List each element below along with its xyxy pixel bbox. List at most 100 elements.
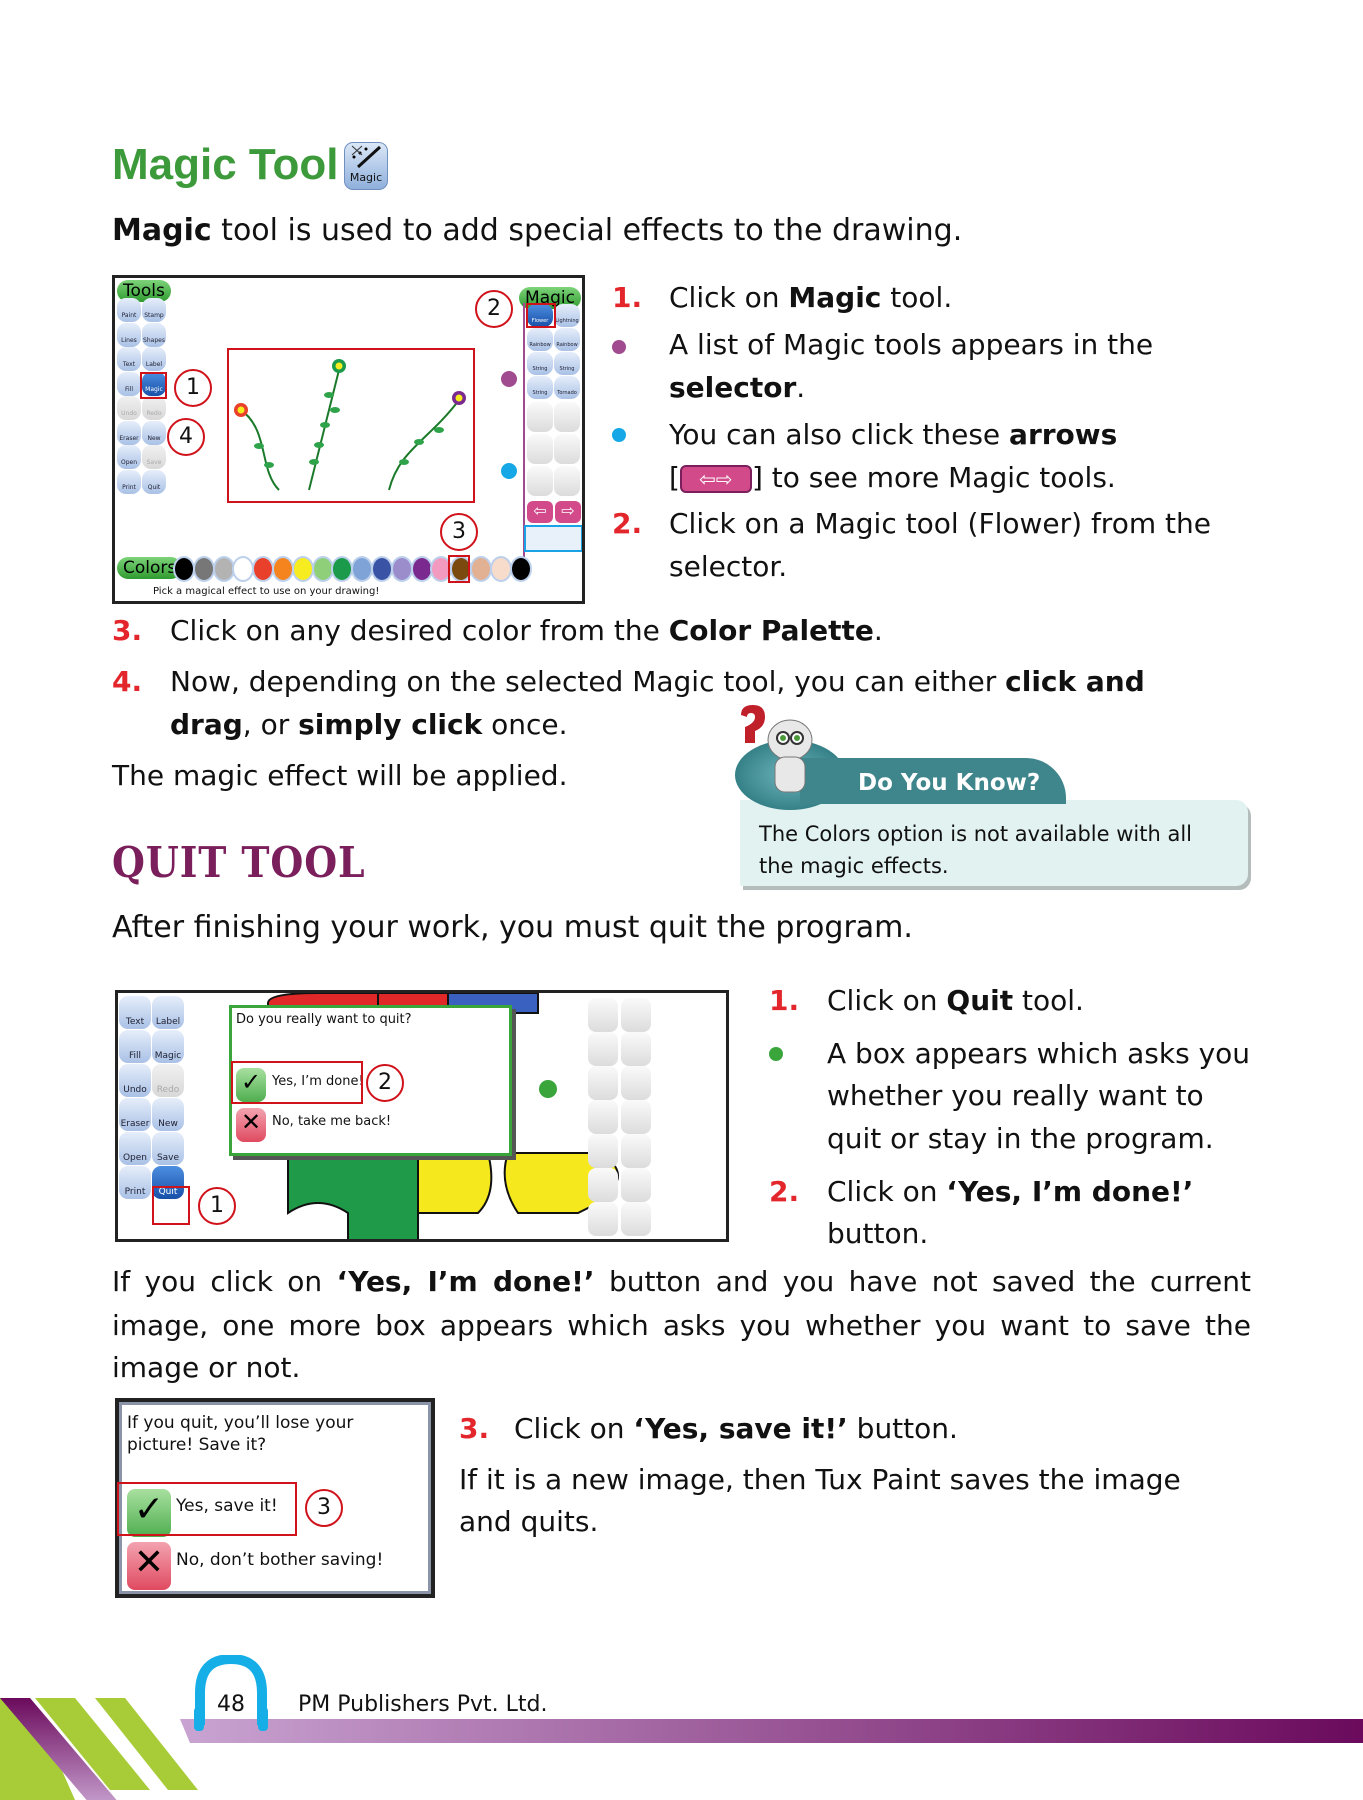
quit-highlight: [152, 1186, 190, 1225]
color-swatch[interactable]: [353, 558, 372, 580]
color-swatch[interactable]: [214, 558, 233, 580]
tool-button-fill[interactable]: Fill: [119, 1030, 151, 1063]
tool-button-redo[interactable]: Redo: [142, 396, 166, 420]
color-swatch[interactable]: [392, 558, 411, 580]
quit-step-1: Click on Quit tool.: [827, 984, 1084, 1017]
quit-bullet-line: quit or stay in the program.: [827, 1122, 1214, 1155]
color-swatch[interactable]: [274, 558, 292, 580]
color-swatch[interactable]: [412, 558, 431, 580]
tool-button-label[interactable]: Label: [152, 996, 184, 1029]
pointer-dot: [501, 463, 517, 479]
tool-button-undo[interactable]: Undo: [119, 1064, 151, 1097]
publisher-name: PM Publishers Pvt. Ltd.: [298, 1692, 548, 1717]
tool-button-new[interactable]: New: [152, 1098, 184, 1131]
tool-button-print[interactable]: Print: [117, 469, 141, 494]
tool-button-eraser[interactable]: Eraser: [119, 1098, 151, 1131]
empty-slot: [588, 1168, 618, 1202]
magic-tool-icon: Magic: [344, 142, 388, 190]
empty-slot: [621, 1202, 651, 1236]
no-take-back-button[interactable]: ✕: [236, 1108, 266, 1142]
color-swatch[interactable]: [313, 558, 332, 580]
empty-slot: [621, 1100, 651, 1134]
tool-button-text[interactable]: Text: [119, 996, 151, 1029]
tool-button-stamp[interactable]: Stamp: [142, 298, 166, 322]
magic-prev-arrow[interactable]: ⇦: [527, 501, 553, 523]
step-number: 1.: [612, 281, 643, 314]
tuxpaint-quit-screenshot: Text Label Fill Magic Undo Redo Eraser New Open S…: [115, 990, 729, 1242]
tool-button-save[interactable]: Save: [142, 445, 166, 469]
step-number: 3.: [112, 614, 143, 647]
quit-step-2-line2: button.: [827, 1217, 929, 1250]
callout-3: 3: [440, 513, 478, 551]
magic-bullet-1-line2: selector.: [669, 371, 806, 404]
color-swatch[interactable]: [472, 558, 490, 580]
tool-button-lines[interactable]: Lines: [117, 322, 141, 347]
magic-step-1: Click on Magic tool.: [669, 281, 953, 314]
tool-button-quit[interactable]: Quit: [142, 469, 166, 494]
color-swatch[interactable]: [333, 558, 352, 580]
empty-slot: [588, 1202, 618, 1236]
page-number: 48: [217, 1692, 245, 1717]
callout-2: 2: [475, 290, 513, 328]
color-swatch[interactable]: [511, 558, 530, 580]
color-swatch[interactable]: [254, 558, 273, 580]
empty-slot: [588, 1100, 618, 1134]
final-line1: If it is a new image, then Tux Paint sav…: [459, 1463, 1181, 1496]
quit-step-3: Click on ‘Yes, save it!’ button.: [514, 1412, 958, 1445]
quit-paragraph-line1: If you click on ‘Yes, I’m done!’ button …: [112, 1265, 1252, 1298]
save-question: If you quit, you’ll lose your picture! Sa…: [127, 1413, 354, 1455]
quit-paragraph-line2: image, one more box appears which asks y…: [112, 1309, 1251, 1342]
step-number: 2.: [769, 1175, 800, 1208]
color-swatch[interactable]: [194, 558, 213, 580]
tool-button-new[interactable]: New: [142, 420, 166, 445]
magic-bullet-2-line2: [⇦⇨] to see more Magic tools.: [669, 461, 1116, 494]
tool-button-open[interactable]: Open: [117, 445, 141, 469]
flower-drawing: [234, 359, 466, 491]
bullet-icon: [612, 340, 626, 354]
step-number: 4.: [112, 665, 143, 698]
step-number: 3.: [459, 1412, 490, 1445]
tool-button-shapes[interactable]: Shapes: [142, 322, 166, 347]
tool-button-undo[interactable]: Undo: [117, 396, 141, 420]
magic-tool-highlight: [140, 372, 167, 399]
do-you-know-line2: the magic effects.: [759, 854, 949, 878]
tool-button-save[interactable]: Save: [152, 1132, 184, 1165]
callout-1: 1: [174, 369, 212, 407]
bullet-icon: [612, 428, 626, 442]
tool-button-label[interactable]: Label: [142, 347, 166, 371]
color-swatch[interactable]: [491, 558, 510, 580]
colors-header: Colors: [117, 557, 183, 579]
magic-result-text: The magic effect will be applied.: [112, 759, 568, 792]
empty-slot: [621, 1066, 651, 1100]
tool-button-redo[interactable]: Redo: [152, 1064, 184, 1097]
robot-mascot-icon: [735, 705, 825, 805]
tool-button-paint[interactable]: Paint: [117, 298, 141, 322]
empty-slot: [588, 1066, 618, 1100]
magic-bullet-2-line1: You can also click these arrows: [669, 418, 1118, 451]
callout-1: 1: [198, 1187, 236, 1225]
tool-button-print[interactable]: Print: [119, 1166, 151, 1199]
color-swatch[interactable]: [293, 558, 312, 580]
empty-slot: [588, 998, 618, 1032]
quit-question: Do you really want to quit?: [236, 1012, 412, 1027]
magic-step-3: Click on any desired color from the Colo…: [170, 614, 883, 647]
tool-button-fill[interactable]: Fill: [117, 371, 141, 396]
magic-next-arrow[interactable]: ⇨: [555, 501, 581, 523]
magic-tool-heading: Magic Tool: [112, 140, 339, 189]
color-swatch[interactable]: [175, 558, 193, 580]
selected-color-highlight: [448, 555, 470, 583]
tool-button-eraser[interactable]: Eraser: [117, 420, 141, 445]
color-swatch[interactable]: [373, 558, 391, 580]
tool-button-open[interactable]: Open: [119, 1132, 151, 1165]
tool-button-text[interactable]: Text: [117, 347, 141, 371]
drawing-canvas[interactable]: [227, 348, 475, 503]
callout-3: 3: [305, 1489, 343, 1527]
quit-intro: After finishing your work, you must quit…: [112, 910, 913, 945]
magic-step-2-line2: selector.: [669, 550, 788, 583]
no-dont-save-button[interactable]: ✕: [127, 1542, 171, 1590]
tool-button-magic[interactable]: Magic: [152, 1030, 184, 1063]
empty-slot: [621, 1032, 651, 1066]
color-swatch[interactable]: [234, 558, 253, 580]
do-you-know-line1: The Colors option is not available with …: [759, 822, 1193, 846]
empty-slot: [588, 1134, 618, 1168]
